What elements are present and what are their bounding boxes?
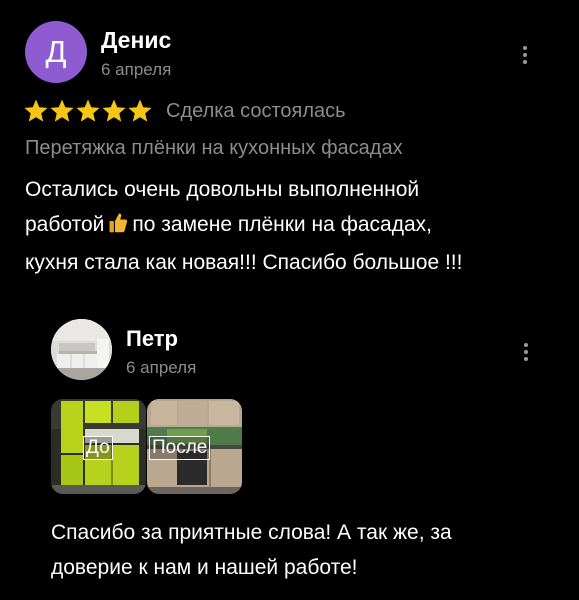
deal-status: Сделка состоялась <box>166 100 346 122</box>
star-icon <box>50 99 74 122</box>
reply-date: 6 апреля <box>126 358 197 377</box>
review-text-fragment: работой <box>25 213 105 236</box>
star-icon <box>76 99 100 122</box>
reply-text-line: доверие к нам и нашей работе! <box>51 556 358 579</box>
review-more-options-icon[interactable] <box>515 40 535 70</box>
reply-avatar[interactable] <box>51 319 112 380</box>
review-text-line: Остались очень довольны выполненной <box>25 178 420 201</box>
service-name: Перетяжка плёнки на кухонных фасадах <box>25 137 403 159</box>
photo-label: После <box>149 436 211 460</box>
photo-before[interactable]: До <box>51 399 146 494</box>
rating-stars <box>23 97 153 125</box>
avatar[interactable]: Д <box>25 21 87 83</box>
star-icon <box>102 99 126 122</box>
kitchen-photo-avatar-image <box>51 319 112 380</box>
reply-more-options-icon[interactable] <box>516 337 536 367</box>
review-author-name[interactable]: Денис <box>101 27 171 54</box>
review-text: Остались очень довольны выполненной рабо… <box>25 172 555 280</box>
star-icon <box>128 99 152 122</box>
reply-author-name[interactable]: Петр <box>126 326 178 352</box>
reply-text: Спасибо за приятные слова! А так же, за … <box>51 515 551 585</box>
star-icon <box>24 99 48 122</box>
review-text-line: кухня стала как новая!!! Спасибо большое… <box>25 251 463 274</box>
review-text-fragment: по замене плёнки на фасадах, <box>132 213 432 236</box>
review-text-line: работой по замене плёнки на фасадах, <box>25 207 555 245</box>
reply-text-line: Спасибо за приятные слова! А так же, за <box>51 521 452 544</box>
photo-after[interactable]: После <box>147 399 242 494</box>
avatar-letter: Д <box>45 34 67 69</box>
photo-label: До <box>83 436 113 460</box>
thumbs-up-icon <box>108 210 128 245</box>
review-date: 6 апреля <box>101 60 172 79</box>
